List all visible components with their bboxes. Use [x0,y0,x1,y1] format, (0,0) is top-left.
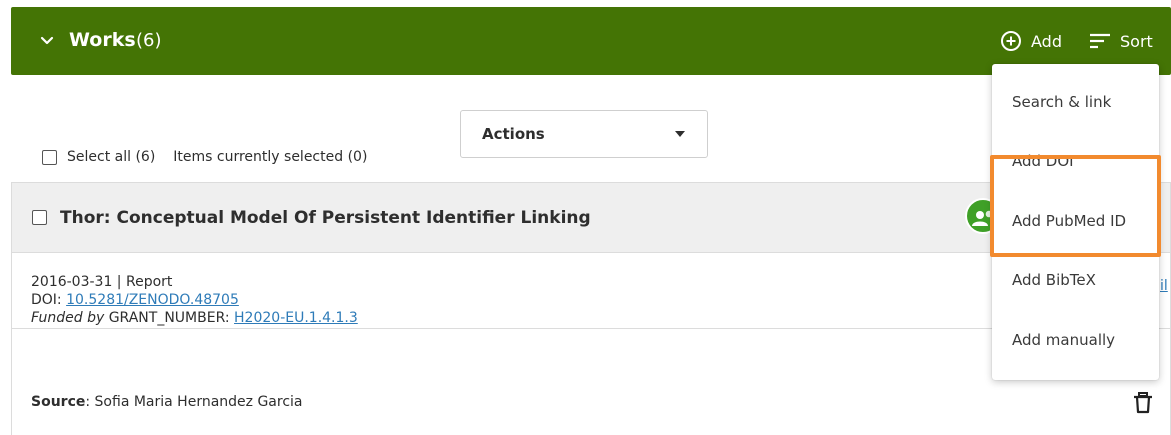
work-checkbox[interactable] [32,210,47,225]
menu-item-add-doi[interactable]: Add DOI [1012,152,1074,170]
selected-count-label: Items currently selected (0) [173,149,368,165]
sort-label: Sort [1120,31,1153,51]
work-title: Thor: Conceptual Model Of Persistent Ide… [60,208,591,228]
actions-dropdown[interactable]: Actions [460,110,708,158]
work-source: Source: Sofia Maria Hernandez Garcia [31,394,303,410]
partial-link[interactable]: il [1160,277,1168,295]
doi-link[interactable]: 10.5281/ZENODO.48705 [66,292,239,308]
sort-lines-icon [1090,33,1110,49]
menu-item-search-link[interactable]: Search & link [1012,93,1111,111]
add-dropdown-menu: Search & link Add DOI Add PubMed ID Add … [992,64,1159,380]
grant-label: GRANT_NUMBER: [108,310,230,326]
caret-down-icon [675,131,685,137]
source-value: : Sofia Maria Hernandez Garcia [85,394,303,410]
sort-button[interactable]: Sort [1089,27,1153,55]
funded-by-label: Funded by [31,310,105,326]
menu-item-add-manually[interactable]: Add manually [1012,331,1115,349]
bulk-selection-row: Select all (6) Items currently selected … [42,149,367,165]
add-button[interactable]: Add [1000,27,1062,55]
menu-item-add-pubmed-id[interactable]: Add PubMed ID [1012,212,1126,230]
select-all-label[interactable]: Select all (6) [67,149,155,165]
select-all-checkbox[interactable] [42,149,57,165]
actions-label: Actions [482,125,545,143]
menu-item-add-bibtex[interactable]: Add BibTeX [1012,271,1096,289]
plus-circle-icon [1001,31,1021,51]
works-title: Works [69,29,136,51]
add-label: Add [1031,31,1062,51]
source-label: Source [31,394,86,410]
chevron-down-icon[interactable] [39,33,55,49]
grant-link[interactable]: H2020-EU.1.4.1.3 [234,310,358,326]
doi-label: DOI: [31,292,62,308]
works-count: (6) [136,30,162,51]
trash-icon[interactable] [1133,392,1153,414]
